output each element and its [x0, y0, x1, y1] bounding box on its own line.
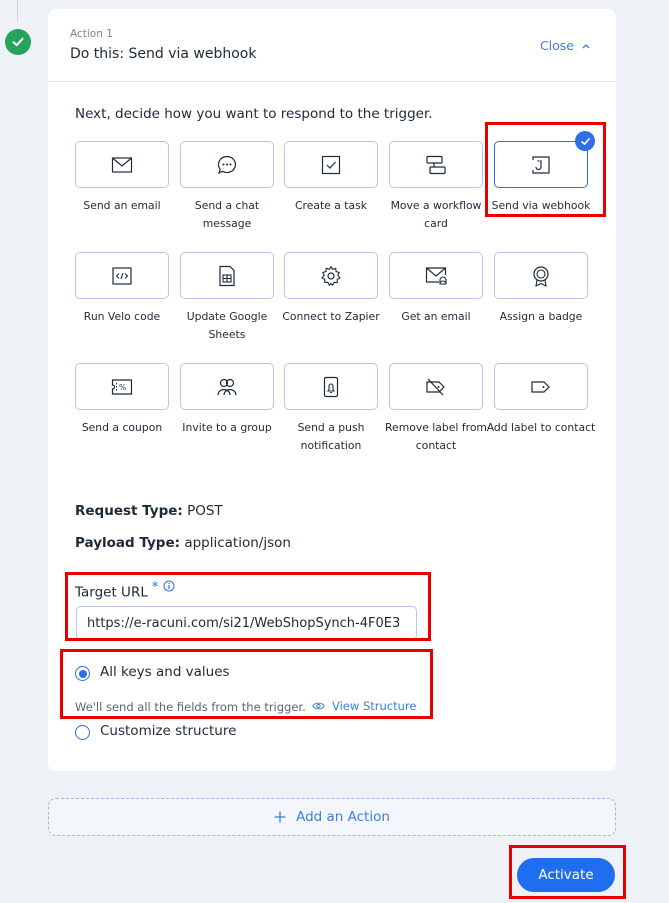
selected-check-badge — [575, 131, 595, 151]
badge-icon — [533, 265, 549, 287]
request-type-label: Request Type: — [75, 503, 183, 519]
action-tile-run-velo-code[interactable] — [75, 252, 169, 299]
radio-all-keys[interactable] — [75, 666, 90, 681]
view-structure-link[interactable]: View Structure — [312, 699, 416, 713]
option-customize-label[interactable]: Customize structure — [100, 723, 236, 739]
required-mark: * — [151, 580, 159, 595]
action-tile-assign-badge[interactable] — [494, 252, 588, 299]
chevron-up-icon — [582, 43, 590, 48]
radio-customize-structure[interactable] — [75, 725, 90, 740]
workflow-card-icon — [426, 155, 446, 174]
action-tile-move-workflow-card[interactable] — [389, 141, 483, 188]
code-icon — [112, 266, 132, 285]
tag-remove-icon — [426, 378, 445, 395]
action-label: Run Velo code — [83, 310, 161, 323]
action-label: Send a chat message — [194, 199, 260, 230]
svg-text:%: % — [119, 383, 126, 392]
webhook-icon — [532, 155, 550, 174]
chat-bubble-icon — [217, 155, 236, 174]
action-label: Send a coupon — [81, 421, 163, 434]
gear-icon — [321, 265, 341, 286]
activate-button[interactable]: Activate — [517, 858, 615, 892]
envelope-icon — [111, 156, 133, 173]
action-tile-send-webhook[interactable] — [494, 141, 588, 188]
action-tile-update-google-sheets[interactable] — [180, 252, 274, 299]
close-label: Close — [539, 38, 574, 53]
action-label: Send a push notification — [297, 421, 365, 452]
action-label: Invite to a group — [182, 421, 272, 434]
envelope-bell-icon — [425, 266, 447, 285]
coupon-icon: % — [111, 378, 133, 395]
action-label: Assign a badge — [499, 310, 583, 323]
tag-icon — [531, 380, 550, 393]
action-number: Action 1 — [70, 28, 113, 40]
action-tile-chat-message[interactable] — [180, 141, 274, 188]
action-label: Add label to contact — [486, 421, 596, 434]
timeline-line — [17, 0, 18, 22]
action-tile-send-email[interactable] — [75, 141, 169, 188]
action-label: Send an email — [83, 199, 161, 212]
action-tile-remove-label[interactable] — [389, 363, 483, 410]
eye-icon — [312, 702, 325, 710]
action-tile-get-email[interactable] — [389, 252, 483, 299]
add-action-button[interactable]: Add an Action — [48, 798, 616, 836]
action-tile-send-coupon[interactable]: % — [75, 363, 169, 410]
action-label: Get an email — [401, 310, 471, 323]
checkbox-icon — [321, 155, 341, 174]
payload-type-value: application/json — [184, 535, 291, 551]
action-card: Action 1 Do this: Send via webhook Close… — [48, 9, 616, 771]
step-complete-check — [5, 29, 31, 55]
plus-icon — [274, 811, 286, 823]
info-icon[interactable] — [163, 580, 175, 592]
structure-help-text: We'll send all the fields from the trigg… — [75, 700, 306, 714]
group-icon — [217, 378, 237, 395]
payload-type-label: Payload Type: — [75, 535, 181, 551]
option-all-keys-label[interactable]: All keys and values — [100, 664, 230, 680]
check-icon — [12, 37, 24, 47]
radio-dot — [78, 669, 87, 678]
request-type-value: POST — [187, 503, 223, 519]
action-label: Connect to Zapier — [282, 310, 380, 323]
check-icon — [580, 137, 590, 145]
action-title: Do this: Send via webhook — [70, 46, 257, 62]
phone-bell-icon — [323, 376, 339, 397]
action-tile-invite-group[interactable] — [180, 363, 274, 410]
target-url-label: Target URL * — [75, 580, 158, 601]
action-label: Remove label from contact — [385, 421, 487, 452]
close-button[interactable]: Close — [540, 38, 590, 53]
action-label: Send via webhook — [491, 199, 591, 212]
payload-type: Payload Type: application/json — [75, 535, 291, 551]
spreadsheet-icon — [219, 265, 235, 286]
action-tile-push-notification[interactable] — [284, 363, 378, 410]
action-label: Update Google Sheets — [186, 310, 268, 341]
action-tile-add-label[interactable] — [494, 363, 588, 410]
action-tile-create-task[interactable] — [284, 141, 378, 188]
action-card-header: Action 1 Do this: Send via webhook Close — [48, 9, 616, 82]
target-url-label-text: Target URL — [75, 584, 148, 601]
action-tile-connect-zapier[interactable] — [284, 252, 378, 299]
action-label: Move a workflow card — [390, 199, 482, 230]
action-label: Create a task — [294, 199, 368, 212]
add-action-label: Add an Action — [296, 809, 390, 825]
target-url-input[interactable] — [76, 606, 417, 640]
view-structure-label: View Structure — [332, 699, 417, 713]
action-prompt: Next, decide how you want to respond to … — [75, 106, 433, 122]
request-type: Request Type: POST — [75, 503, 223, 519]
